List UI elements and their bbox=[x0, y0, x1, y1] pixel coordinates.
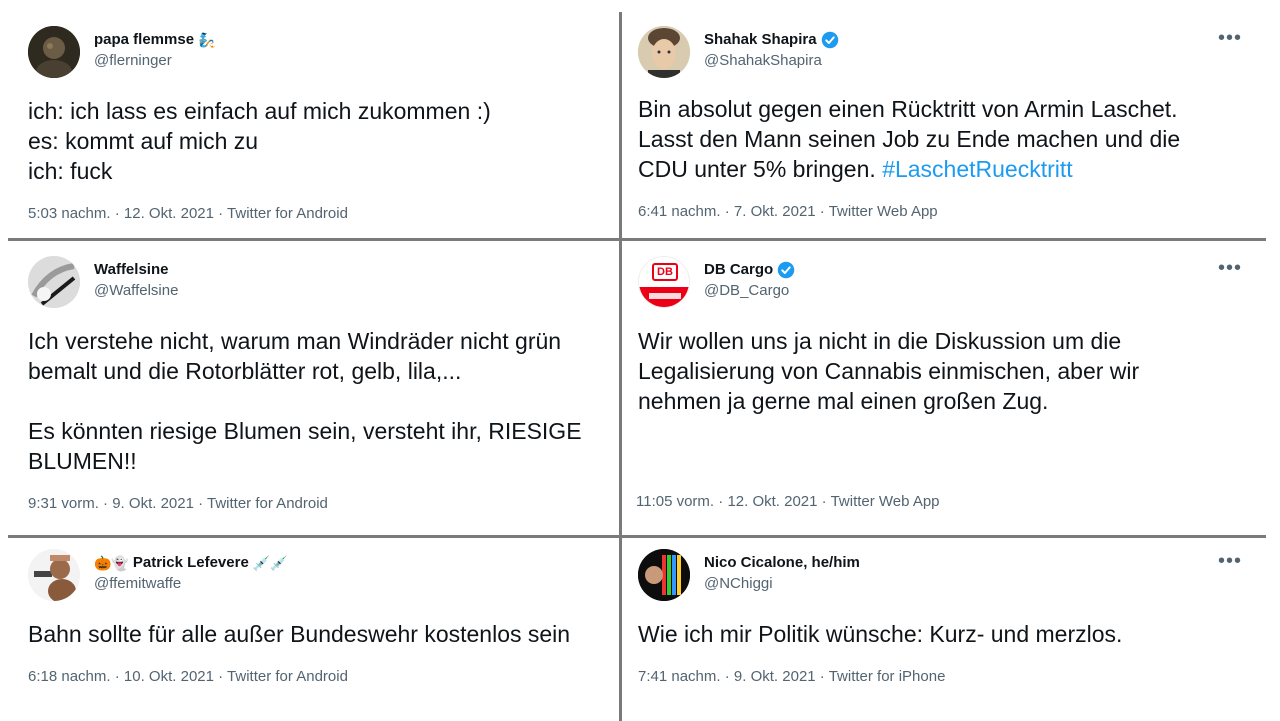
user-handle[interactable]: @Waffelsine bbox=[94, 280, 178, 302]
meta-separator: · bbox=[815, 668, 829, 685]
tweet-header: Waffelsine @Waffelsine bbox=[28, 256, 608, 308]
hashtag-link[interactable]: #LaschetRuecktritt bbox=[882, 156, 1072, 182]
user-identity[interactable]: DB Cargo @DB_Cargo bbox=[704, 260, 795, 302]
horizontal-divider-top bbox=[8, 238, 1266, 241]
meta-separator: · bbox=[213, 668, 228, 685]
tweet-time[interactable]: 5:03 nachm. bbox=[28, 205, 111, 222]
more-options-icon[interactable]: ••• bbox=[1218, 28, 1242, 48]
tweet-date[interactable]: 12. Okt. 2021 bbox=[727, 493, 817, 510]
user-identity[interactable]: Nico Cicalone, he/him @NChiggi bbox=[704, 553, 860, 595]
tweet-card-db-cargo[interactable]: DB DB Cargo @DB_Cargo ••• Wir wollen uns… bbox=[622, 242, 1266, 534]
meta-separator: · bbox=[720, 668, 734, 685]
user-handle[interactable]: @ffemitwaffe bbox=[94, 573, 288, 595]
verified-badge-icon bbox=[821, 31, 838, 49]
tweet-text: ich: ich lass es einfach auf mich zukomm… bbox=[28, 98, 491, 184]
tweet-time[interactable]: 11:05 vorm. bbox=[636, 493, 714, 510]
display-name[interactable]: DB Cargo bbox=[704, 260, 773, 280]
user-identity[interactable]: 🎃👻 Patrick Lefevere 💉💉 @ffemitwaffe bbox=[94, 553, 288, 595]
avatar[interactable] bbox=[638, 549, 690, 601]
tweet-card-waffelsine[interactable]: Waffelsine @Waffelsine Ich verstehe nich… bbox=[10, 242, 618, 534]
meta-separator: · bbox=[720, 203, 734, 220]
user-handle[interactable]: @DB_Cargo bbox=[704, 280, 795, 302]
tweet-header: Nico Cicalone, he/him @NChiggi ••• bbox=[638, 549, 1256, 601]
tweet-source: Twitter Web App bbox=[828, 203, 938, 220]
avatar-image-icon bbox=[638, 26, 690, 78]
meta-separator: · bbox=[110, 205, 124, 222]
tweet-time[interactable]: 7:41 nachm. bbox=[638, 668, 721, 685]
tweet-meta: 7:41 nachm. · 9. Okt. 2021 · Twitter for… bbox=[638, 667, 945, 687]
tweet-source: Twitter for iPhone bbox=[828, 668, 946, 685]
tweet-meta: 6:18 nachm. · 10. Okt. 2021 · Twitter fo… bbox=[28, 667, 348, 687]
meta-separator: · bbox=[815, 203, 829, 220]
tweet-text: Ich verstehe nicht, warum man Windräder … bbox=[28, 328, 582, 474]
avatar-image-icon bbox=[28, 549, 80, 601]
tweet-time[interactable]: 6:41 nachm. bbox=[638, 203, 721, 220]
tweet-meta: 5:03 nachm. · 12. Okt. 2021 · Twitter fo… bbox=[28, 204, 348, 224]
more-options-icon[interactable]: ••• bbox=[1218, 258, 1242, 278]
tweet-card-patrick-lefevere[interactable]: 🎃👻 Patrick Lefevere 💉💉 @ffemitwaffe Bahn… bbox=[10, 539, 618, 721]
tweet-card-papa-flemmse[interactable]: papa flemmse 🧞 @flerninger ich: ich lass… bbox=[10, 12, 618, 237]
meta-separator: · bbox=[213, 205, 228, 222]
tweet-date[interactable]: 12. Okt. 2021 bbox=[124, 205, 214, 222]
avatar[interactable]: DB bbox=[638, 256, 690, 308]
meta-separator: · bbox=[714, 493, 728, 510]
display-name[interactable]: papa flemmse bbox=[94, 30, 194, 50]
tweet-date[interactable]: 9. Okt. 2021 bbox=[734, 668, 816, 685]
tweet-card-shahak-shapira[interactable]: Shahak Shapira @ShahakShapira ••• Bin ab… bbox=[622, 12, 1266, 237]
tweet-header: 🎃👻 Patrick Lefevere 💉💉 @ffemitwaffe bbox=[28, 549, 608, 601]
user-identity[interactable]: papa flemmse 🧞 @flerninger bbox=[94, 30, 215, 72]
db-logo-text: DB bbox=[657, 266, 673, 278]
tweet-date[interactable]: 10. Okt. 2021 bbox=[124, 668, 214, 685]
pumpkin-ghost-emoji-icon: 🎃👻 bbox=[94, 555, 129, 571]
avatar[interactable] bbox=[28, 549, 80, 601]
tweet-time[interactable]: 6:18 nachm. bbox=[28, 668, 111, 685]
avatar[interactable] bbox=[28, 256, 80, 308]
meta-separator: · bbox=[817, 493, 831, 510]
meta-separator: · bbox=[98, 495, 113, 512]
tweet-time[interactable]: 9:31 vorm. bbox=[28, 495, 99, 512]
user-identity[interactable]: Shahak Shapira @ShahakShapira bbox=[704, 30, 839, 72]
display-name[interactable]: Nico Cicalone, he/him bbox=[704, 553, 860, 573]
display-name[interactable]: Shahak Shapira bbox=[704, 30, 817, 50]
display-name[interactable]: Patrick Lefevere bbox=[133, 553, 249, 573]
user-identity[interactable]: Waffelsine @Waffelsine bbox=[94, 260, 178, 302]
avatar-image-icon bbox=[638, 549, 690, 601]
tweet-meta: 9:31 vorm. · 9. Okt. 2021 · Twitter for … bbox=[28, 494, 328, 514]
horizontal-divider-bottom bbox=[8, 535, 1266, 538]
tweet-text: Bahn sollte für alle außer Bundeswehr ko… bbox=[28, 621, 571, 647]
avatar-image-icon bbox=[28, 26, 80, 78]
tweet-header: DB DB Cargo @DB_Cargo ••• bbox=[638, 256, 1256, 308]
avatar-image-icon bbox=[28, 256, 80, 308]
meta-separator: · bbox=[110, 668, 124, 685]
tweet-text: Wie ich mir Politik wünsche: Kurz- und m… bbox=[638, 621, 1123, 647]
tweet-meta: 6:41 nachm. · 7. Okt. 2021 · Twitter Web… bbox=[638, 202, 938, 222]
tweet-date[interactable]: 9. Okt. 2021 bbox=[112, 495, 194, 512]
tweet-date[interactable]: 7. Okt. 2021 bbox=[734, 203, 816, 220]
tweet-card-nico-cicalone[interactable]: Nico Cicalone, he/him @NChiggi ••• Wie i… bbox=[622, 539, 1266, 721]
syringe-emoji-icon: 💉💉 bbox=[252, 555, 288, 571]
tweet-text: Bin absolut gegen einen Rücktritt von Ar… bbox=[638, 94, 1258, 184]
meta-separator: · bbox=[193, 495, 207, 512]
tweet-meta: 11:05 vorm. · 12. Okt. 2021 · Twitter We… bbox=[636, 492, 940, 512]
user-handle[interactable]: @NChiggi bbox=[704, 573, 860, 595]
tweet-source: Twitter for Android bbox=[207, 495, 328, 512]
more-options-icon[interactable]: ••• bbox=[1218, 551, 1242, 571]
avatar[interactable] bbox=[28, 26, 80, 78]
tweet-source: Twitter Web App bbox=[830, 493, 940, 510]
genie-emoji-icon: 🧞 bbox=[198, 32, 216, 48]
display-name[interactable]: Waffelsine bbox=[94, 260, 168, 280]
tweet-text: Wir wollen uns ja nicht in die Diskussio… bbox=[638, 328, 1140, 414]
tweet-source: Twitter for Android bbox=[227, 668, 348, 685]
tweet-source: Twitter for Android bbox=[227, 205, 348, 222]
tweet-header: Shahak Shapira @ShahakShapira ••• bbox=[638, 26, 1256, 78]
user-handle[interactable]: @flerninger bbox=[94, 50, 215, 72]
verified-badge-icon bbox=[777, 261, 795, 279]
user-handle[interactable]: @ShahakShapira bbox=[704, 50, 839, 72]
avatar[interactable] bbox=[638, 26, 690, 78]
tweet-header: papa flemmse 🧞 @flerninger bbox=[28, 26, 608, 78]
